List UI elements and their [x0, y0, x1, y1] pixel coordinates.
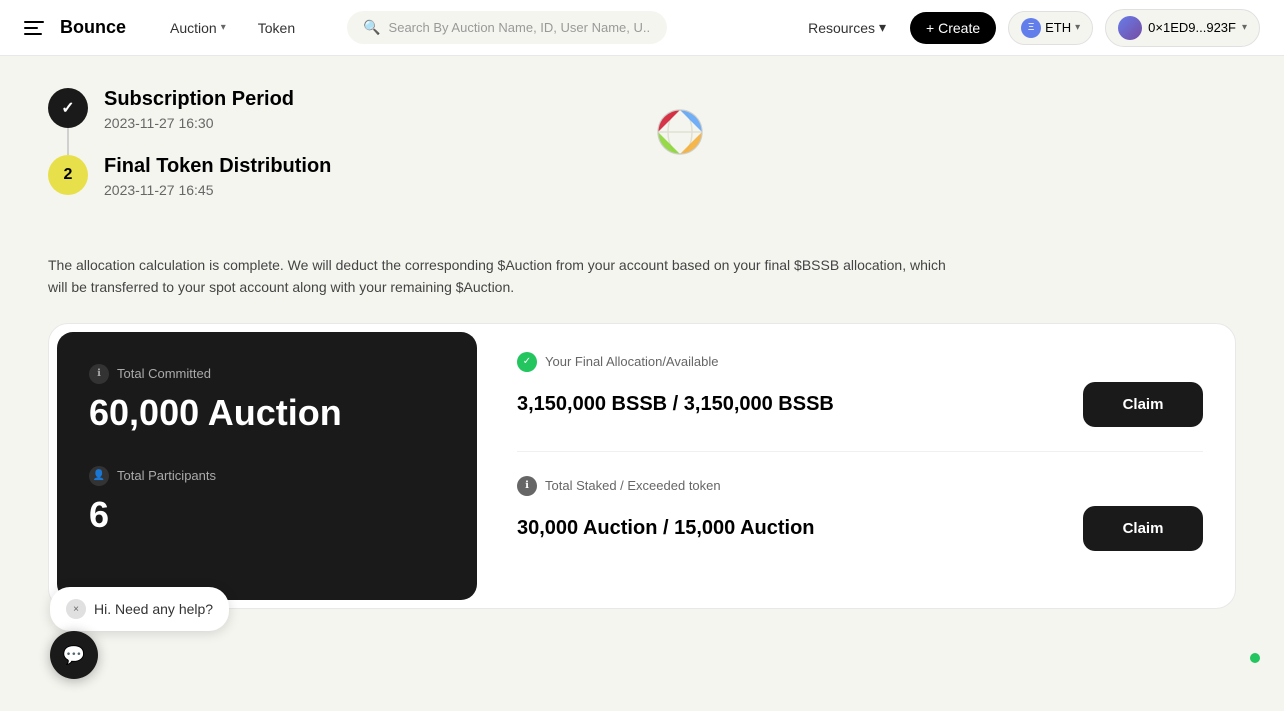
main-content: ✓ Subscription Period 2023-11-27 16:30 2…: [0, 56, 1284, 641]
total-participants-label: 👤 Total Participants: [89, 466, 445, 486]
logo-link[interactable]: Bounce: [24, 14, 126, 42]
subscription-period-date: 2023-11-27 16:30: [104, 115, 294, 131]
avatar: [1118, 16, 1142, 40]
final-distribution-title: Final Token Distribution: [104, 155, 331, 178]
users-icon: 👤: [89, 466, 109, 486]
eth-label: ETH: [1045, 20, 1071, 35]
allocation-card: ℹ Total Committed 60,000 Auction 👤 Total…: [48, 323, 1236, 609]
timeline-content-1: Subscription Period 2023-11-27 16:30: [104, 88, 294, 131]
total-staked-value: 30,000 Auction / 15,000 Auction: [517, 515, 815, 541]
timeline-marker-2: 2: [48, 155, 88, 195]
check-icon: ✓: [517, 352, 537, 372]
chat-close-button[interactable]: ×: [66, 599, 86, 619]
token-menu[interactable]: Token: [246, 14, 307, 42]
chat-bubble: × Hi. Need any help?: [50, 587, 229, 631]
allocation-description: The allocation calculation is complete. …: [48, 254, 948, 299]
claim-button-1[interactable]: Claim: [1083, 382, 1203, 427]
search-bar[interactable]: 🔍: [347, 11, 667, 44]
navbar: Bounce Auction ▾ Token 🔍 Resources ▾ + C…: [0, 0, 1284, 56]
total-committed-value: 60,000 Auction: [89, 392, 445, 434]
subscription-period-title: Subscription Period: [104, 88, 294, 111]
final-allocation-row: 3,150,000 BSSB / 3,150,000 BSSB Claim: [517, 382, 1203, 427]
final-distribution-date: 2023-11-27 16:45: [104, 182, 331, 198]
logo-icon: [24, 14, 52, 42]
info-icon-2: ℹ: [517, 476, 537, 496]
final-allocation-section: ✓ Your Final Allocation/Available 3,150,…: [517, 352, 1203, 427]
search-icon: 🔍: [363, 19, 380, 36]
total-committed-label: ℹ Total Committed: [89, 364, 445, 384]
online-indicator: [1250, 653, 1260, 663]
eth-icon: Ξ: [1021, 18, 1041, 38]
timeline-item-2: 2 Final Token Distribution 2023-11-27 16…: [48, 155, 1236, 222]
final-allocation-value: 3,150,000 BSSB / 3,150,000 BSSB: [517, 391, 834, 417]
resources-button[interactable]: Resources ▾: [796, 13, 898, 42]
create-button[interactable]: + Create: [910, 12, 996, 44]
wallet-address-text: 0×1ED9...923F: [1148, 20, 1236, 35]
timeline-marker-1: ✓: [48, 88, 88, 128]
logo-text: Bounce: [60, 17, 126, 38]
chat-fab-button[interactable]: 💬: [50, 631, 98, 679]
timeline: ✓ Subscription Period 2023-11-27 16:30 2…: [48, 88, 1236, 222]
chat-icon: 💬: [63, 645, 85, 666]
chevron-down-icon: ▾: [221, 22, 226, 33]
card-left-panel: ℹ Total Committed 60,000 Auction 👤 Total…: [57, 332, 477, 600]
total-staked-label: ℹ Total Staked / Exceeded token: [517, 476, 1203, 496]
total-staked-section: ℹ Total Staked / Exceeded token 30,000 A…: [517, 476, 1203, 551]
chevron-down-icon: ▾: [1075, 22, 1080, 33]
eth-network-selector[interactable]: Ξ ETH ▾: [1008, 11, 1093, 45]
final-allocation-label: ✓ Your Final Allocation/Available: [517, 352, 1203, 372]
timeline-content-2: Final Token Distribution 2023-11-27 16:4…: [104, 155, 331, 198]
card-divider: [517, 451, 1203, 452]
claim-button-2[interactable]: Claim: [1083, 506, 1203, 551]
info-icon: ℹ: [89, 364, 109, 384]
total-participants-value: 6: [89, 494, 445, 536]
nav-right: Resources ▾ + Create Ξ ETH ▾ 0×1ED9...92…: [796, 9, 1260, 47]
chevron-down-icon: ▾: [879, 19, 886, 36]
total-staked-row: 30,000 Auction / 15,000 Auction Claim: [517, 506, 1203, 551]
auction-menu[interactable]: Auction ▾: [158, 14, 238, 42]
chat-message: Hi. Need any help?: [94, 601, 213, 617]
wallet-address[interactable]: 0×1ED9...923F ▾: [1105, 9, 1260, 47]
search-input[interactable]: [389, 20, 652, 35]
chevron-down-icon: ▾: [1242, 22, 1247, 33]
timeline-item-1: ✓ Subscription Period 2023-11-27 16:30: [48, 88, 1236, 155]
nav-menu: Auction ▾ Token: [158, 14, 307, 42]
card-right-panel: ✓ Your Final Allocation/Available 3,150,…: [485, 324, 1235, 608]
